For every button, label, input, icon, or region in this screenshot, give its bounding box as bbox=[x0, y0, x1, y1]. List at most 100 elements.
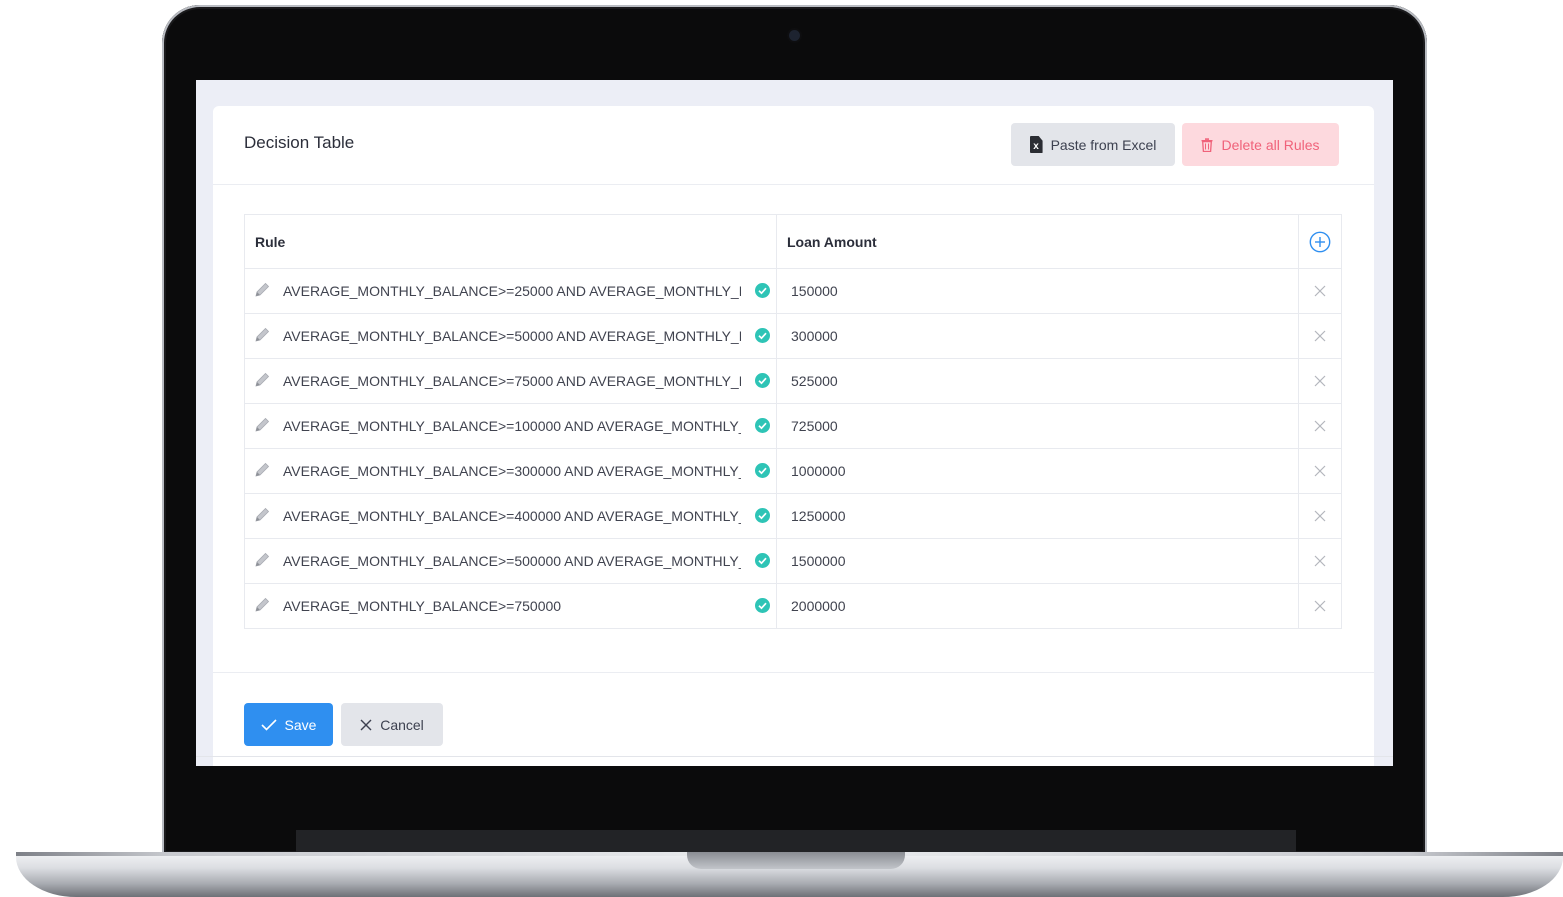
pencil-icon[interactable] bbox=[253, 551, 271, 569]
remove-row-cell bbox=[1299, 359, 1341, 403]
plus-circle-icon[interactable] bbox=[1309, 231, 1331, 253]
remove-row-cell bbox=[1299, 584, 1341, 628]
check-circle-icon bbox=[755, 508, 770, 523]
loan-amount-cell[interactable]: 725000 bbox=[777, 404, 1299, 448]
check-circle-icon bbox=[755, 418, 770, 433]
pencil-icon[interactable] bbox=[253, 326, 271, 344]
checkmark-icon bbox=[260, 718, 277, 731]
table-row: AVERAGE_MONTHLY_BALANCE>=25000 AND AVERA… bbox=[245, 268, 1341, 313]
table-row: AVERAGE_MONTHLY_BALANCE>=400000 AND AVER… bbox=[245, 493, 1341, 538]
delete-all-rules-button[interactable]: Delete all Rules bbox=[1182, 123, 1339, 166]
pencil-icon[interactable] bbox=[253, 371, 271, 389]
loan-amount-cell[interactable]: 1000000 bbox=[777, 449, 1299, 493]
rule-text: AVERAGE_MONTHLY_BALANCE>=75000 AND AVERA… bbox=[283, 373, 741, 389]
pencil-icon[interactable] bbox=[253, 596, 271, 614]
check-circle-icon bbox=[755, 553, 770, 568]
remove-row-cell bbox=[1299, 404, 1341, 448]
x-icon bbox=[360, 719, 372, 730]
loan-amount-value: 2000000 bbox=[791, 598, 846, 614]
loan-amount-value: 1000000 bbox=[791, 463, 846, 479]
save-label: Save bbox=[284, 716, 317, 733]
loan-amount-cell[interactable]: 525000 bbox=[777, 359, 1299, 403]
rule-text: AVERAGE_MONTHLY_BALANCE>=300000 AND AVER… bbox=[283, 463, 741, 479]
camera-icon bbox=[789, 30, 800, 41]
check-circle-icon bbox=[755, 598, 770, 613]
delete-all-rules-label: Delete all Rules bbox=[1221, 136, 1320, 153]
cancel-button[interactable]: Cancel bbox=[341, 703, 443, 746]
screen-divider bbox=[196, 756, 1393, 757]
pencil-icon[interactable] bbox=[253, 416, 271, 434]
remove-row-cell bbox=[1299, 494, 1341, 538]
loan-amount-value: 150000 bbox=[791, 283, 838, 299]
pencil-icon[interactable] bbox=[253, 281, 271, 299]
loan-amount-value: 1250000 bbox=[791, 508, 846, 524]
loan-amount-cell[interactable]: 1500000 bbox=[777, 539, 1299, 583]
table-row: AVERAGE_MONTHLY_BALANCE>=500000 AND AVER… bbox=[245, 538, 1341, 583]
table-row: AVERAGE_MONTHLY_BALANCE>=750000 2000000 bbox=[245, 583, 1341, 628]
rule-header-label: Rule bbox=[255, 233, 286, 250]
loan-amount-cell[interactable]: 2000000 bbox=[777, 584, 1299, 628]
table-row: AVERAGE_MONTHLY_BALANCE>=100000 AND AVER… bbox=[245, 403, 1341, 448]
decision-table-card: Decision Table x Paste from Excel Delete… bbox=[213, 106, 1374, 766]
decision-table: Rule Loan Amount AVERAGE_MONTHLY_BALANCE… bbox=[244, 214, 1342, 629]
footer-divider bbox=[213, 672, 1374, 673]
rule-column-header: Rule bbox=[245, 215, 777, 268]
card-header: Decision Table x Paste from Excel Delete… bbox=[213, 106, 1374, 185]
rule-cell[interactable]: AVERAGE_MONTHLY_BALANCE>=50000 AND AVERA… bbox=[245, 314, 777, 358]
loan-amount-value: 1500000 bbox=[791, 553, 846, 569]
rule-cell[interactable]: AVERAGE_MONTHLY_BALANCE>=25000 AND AVERA… bbox=[245, 269, 777, 313]
remove-row-cell bbox=[1299, 314, 1341, 358]
remove-row-cell bbox=[1299, 269, 1341, 313]
loan-amount-value: 525000 bbox=[791, 373, 838, 389]
rule-cell[interactable]: AVERAGE_MONTHLY_BALANCE>=500000 AND AVER… bbox=[245, 539, 777, 583]
table-header-row: Rule Loan Amount bbox=[245, 215, 1341, 268]
screen: Decision Table x Paste from Excel Delete… bbox=[196, 80, 1393, 766]
paste-from-excel-label: Paste from Excel bbox=[1050, 136, 1157, 153]
close-icon[interactable] bbox=[1314, 375, 1326, 387]
rule-text: AVERAGE_MONTHLY_BALANCE>=100000 AND AVER… bbox=[283, 418, 741, 434]
excel-file-icon: x bbox=[1029, 136, 1043, 153]
close-icon[interactable] bbox=[1314, 555, 1326, 567]
close-icon[interactable] bbox=[1314, 330, 1326, 342]
check-circle-icon bbox=[755, 328, 770, 343]
rule-cell[interactable]: AVERAGE_MONTHLY_BALANCE>=400000 AND AVER… bbox=[245, 494, 777, 538]
table-row: AVERAGE_MONTHLY_BALANCE>=300000 AND AVER… bbox=[245, 448, 1341, 493]
paste-from-excel-button[interactable]: x Paste from Excel bbox=[1011, 123, 1175, 166]
remove-row-cell bbox=[1299, 539, 1341, 583]
close-icon[interactable] bbox=[1314, 285, 1326, 297]
rule-cell[interactable]: AVERAGE_MONTHLY_BALANCE>=300000 AND AVER… bbox=[245, 449, 777, 493]
rule-cell[interactable]: AVERAGE_MONTHLY_BALANCE>=750000 bbox=[245, 584, 777, 628]
rule-text: AVERAGE_MONTHLY_BALANCE>=750000 bbox=[283, 598, 562, 614]
check-circle-icon bbox=[755, 463, 770, 478]
remove-row-cell bbox=[1299, 449, 1341, 493]
close-icon[interactable] bbox=[1314, 465, 1326, 477]
loan-amount-column-header: Loan Amount bbox=[777, 215, 1299, 268]
loan-amount-cell[interactable]: 150000 bbox=[777, 269, 1299, 313]
table-row: AVERAGE_MONTHLY_BALANCE>=50000 AND AVERA… bbox=[245, 313, 1341, 358]
loan-amount-value: 725000 bbox=[791, 418, 838, 434]
page-title: Decision Table bbox=[244, 133, 355, 152]
rule-text: AVERAGE_MONTHLY_BALANCE>=50000 AND AVERA… bbox=[283, 328, 741, 344]
trash-icon bbox=[1201, 137, 1213, 152]
loan-amount-cell[interactable]: 300000 bbox=[777, 314, 1299, 358]
close-icon[interactable] bbox=[1314, 420, 1326, 432]
pencil-icon[interactable] bbox=[253, 461, 271, 479]
add-row-cell bbox=[1299, 215, 1341, 268]
loan-amount-header-label: Loan Amount bbox=[787, 233, 877, 250]
rule-cell[interactable]: AVERAGE_MONTHLY_BALANCE>=75000 AND AVERA… bbox=[245, 359, 777, 403]
laptop-bezel-bottom bbox=[296, 830, 1296, 852]
loan-amount-cell[interactable]: 1250000 bbox=[777, 494, 1299, 538]
rule-cell[interactable]: AVERAGE_MONTHLY_BALANCE>=100000 AND AVER… bbox=[245, 404, 777, 448]
save-button[interactable]: Save bbox=[244, 703, 333, 746]
close-icon[interactable] bbox=[1314, 510, 1326, 522]
rule-text: AVERAGE_MONTHLY_BALANCE>=400000 AND AVER… bbox=[283, 508, 741, 524]
cancel-label: Cancel bbox=[380, 716, 424, 733]
pencil-icon[interactable] bbox=[253, 506, 271, 524]
table-row: AVERAGE_MONTHLY_BALANCE>=75000 AND AVERA… bbox=[245, 358, 1341, 403]
check-circle-icon bbox=[755, 283, 770, 298]
rule-text: AVERAGE_MONTHLY_BALANCE>=25000 AND AVERA… bbox=[283, 283, 741, 299]
rule-text: AVERAGE_MONTHLY_BALANCE>=500000 AND AVER… bbox=[283, 553, 741, 569]
laptop-notch bbox=[687, 852, 905, 869]
loan-amount-value: 300000 bbox=[791, 328, 838, 344]
close-icon[interactable] bbox=[1314, 600, 1326, 612]
